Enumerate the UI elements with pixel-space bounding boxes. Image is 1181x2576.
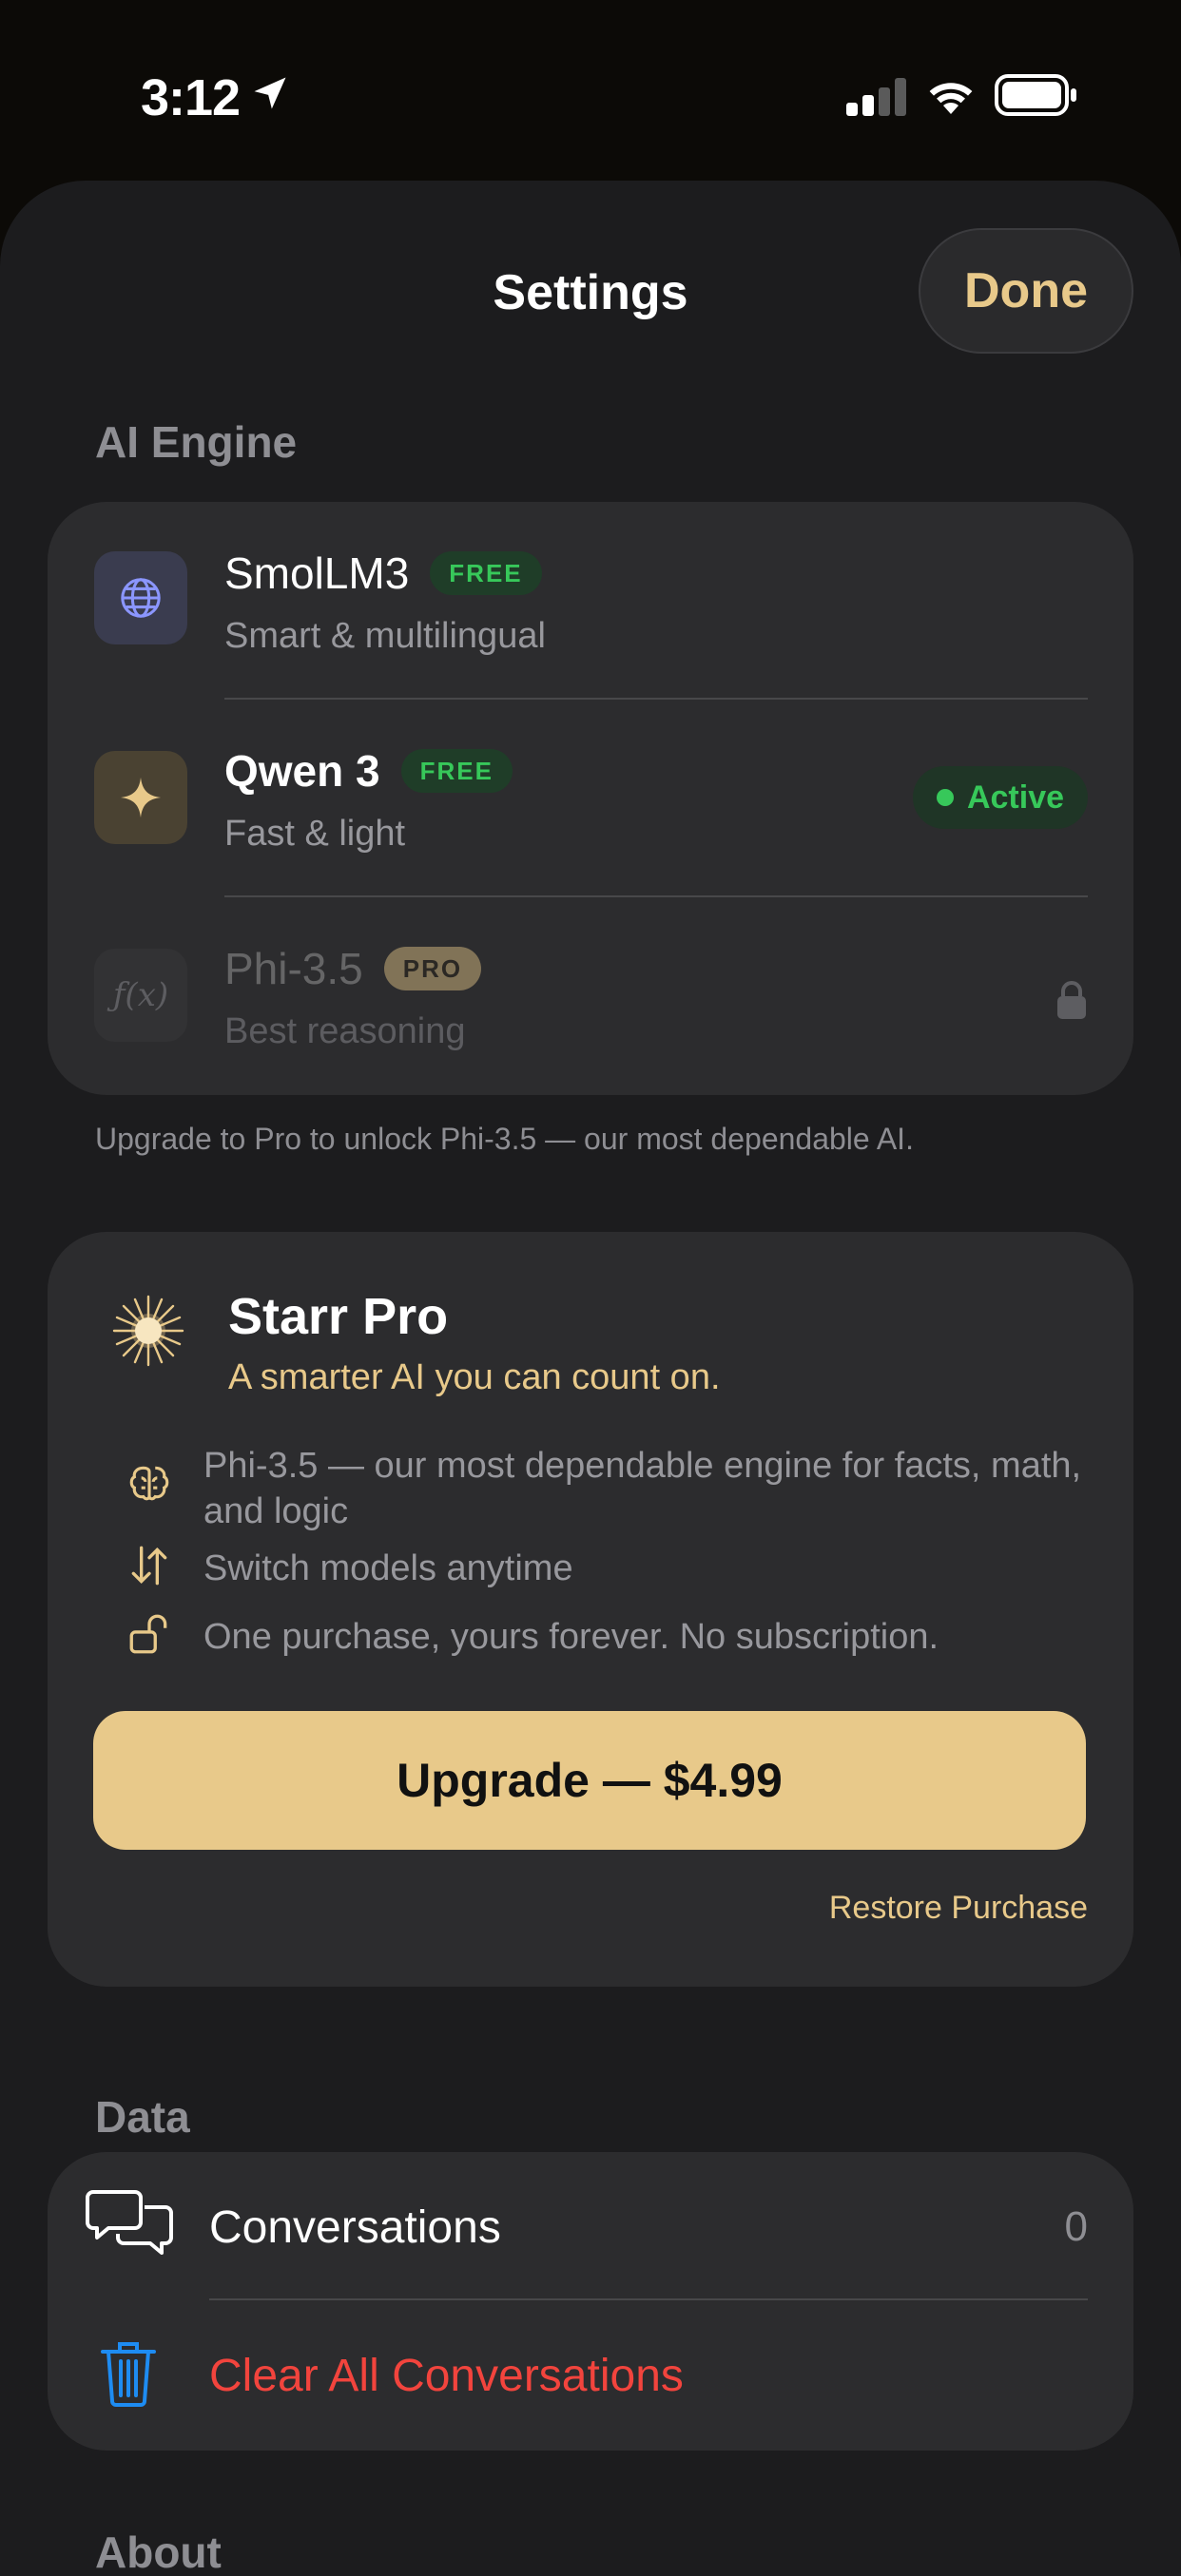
active-label: Active xyxy=(966,779,1065,816)
data-card: Conversations 0 Clear All Conversations xyxy=(48,2152,1133,2451)
clear-all-conversations-button[interactable]: Clear All Conversations xyxy=(209,2350,684,2402)
lock-icon xyxy=(1057,981,1086,1019)
section-label-ai-engine: AI Engine xyxy=(95,417,298,467)
model-name: Phi-3.5 xyxy=(224,944,363,993)
unlock-icon xyxy=(129,1614,167,1654)
model-subtitle: Best reasoning xyxy=(224,1011,466,1051)
globe-icon xyxy=(94,551,187,644)
starburst-icon xyxy=(112,1295,184,1367)
switch-arrows-icon xyxy=(131,1546,167,1586)
upgrade-note: Upgrade to Pro to unlock Phi-3.5 — our m… xyxy=(95,1122,914,1156)
feature-text: Phi-3.5 — our most dependable engine for… xyxy=(203,1446,1082,1531)
model-title: Phi-3.5 PRO xyxy=(224,943,482,994)
sparkle-icon xyxy=(94,751,187,844)
model-name: Qwen 3 xyxy=(224,746,380,796)
settings-sheet: Settings Done AI Engine SmolLM3 FREE Sma… xyxy=(0,181,1181,2576)
model-title: Qwen 3 FREE xyxy=(224,745,513,797)
section-label-about: About xyxy=(95,2528,222,2576)
conversations-count: 0 xyxy=(1064,2203,1088,2250)
ai-engine-card: SmolLM3 FREE Smart & multilingual Qwen 3… xyxy=(48,502,1133,1095)
chat-bubbles-icon xyxy=(86,2190,173,2255)
section-label-data: Data xyxy=(95,2092,190,2142)
active-dot-icon xyxy=(936,789,954,806)
model-title: SmolLM3 FREE xyxy=(224,548,542,599)
free-badge: FREE xyxy=(430,551,542,595)
conversations-row[interactable]: Conversations 0 xyxy=(48,2152,1133,2300)
status-time: 3:12 xyxy=(141,69,241,126)
done-button[interactable]: Done xyxy=(919,228,1133,354)
pro-subtitle: A smarter AI you can count on. xyxy=(228,1357,721,1397)
model-subtitle: Fast & light xyxy=(224,814,406,854)
function-icon: ƒ(x) xyxy=(94,949,187,1042)
pro-badge: PRO xyxy=(383,947,482,990)
feature-text: One purchase, yours forever. No subscrip… xyxy=(203,1617,939,1657)
battery-icon xyxy=(995,74,1076,116)
model-row-phi35[interactable]: ƒ(x) Phi-3.5 PRO Best reasoning xyxy=(48,897,1133,1095)
pro-title: Starr Pro xyxy=(228,1288,449,1345)
free-badge: FREE xyxy=(400,749,513,793)
wifi-icon xyxy=(929,83,973,114)
model-row-qwen3[interactable]: Qwen 3 FREE Fast & light Active xyxy=(48,700,1133,899)
status-bar: 3:12 xyxy=(0,0,1181,181)
active-status-badge: Active xyxy=(913,766,1088,829)
conversations-label: Conversations xyxy=(209,2202,501,2253)
model-name: SmolLM3 xyxy=(224,548,410,598)
location-arrow-icon xyxy=(254,77,286,109)
model-subtitle: Smart & multilingual xyxy=(224,616,546,656)
restore-purchase-link[interactable]: Restore Purchase xyxy=(829,1890,1088,1927)
cellular-signal-icon xyxy=(846,78,906,116)
starr-pro-card: Starr Pro A smarter AI you can count on.… xyxy=(48,1232,1133,1987)
model-row-smollm3[interactable]: SmolLM3 FREE Smart & multilingual xyxy=(48,502,1133,702)
trash-icon xyxy=(101,2342,156,2407)
feature-text: Switch models anytime xyxy=(203,1548,573,1588)
clear-conversations-row[interactable]: Clear All Conversations xyxy=(48,2300,1133,2451)
brain-icon xyxy=(129,1466,169,1501)
upgrade-button[interactable]: Upgrade — $4.99 xyxy=(93,1711,1086,1850)
